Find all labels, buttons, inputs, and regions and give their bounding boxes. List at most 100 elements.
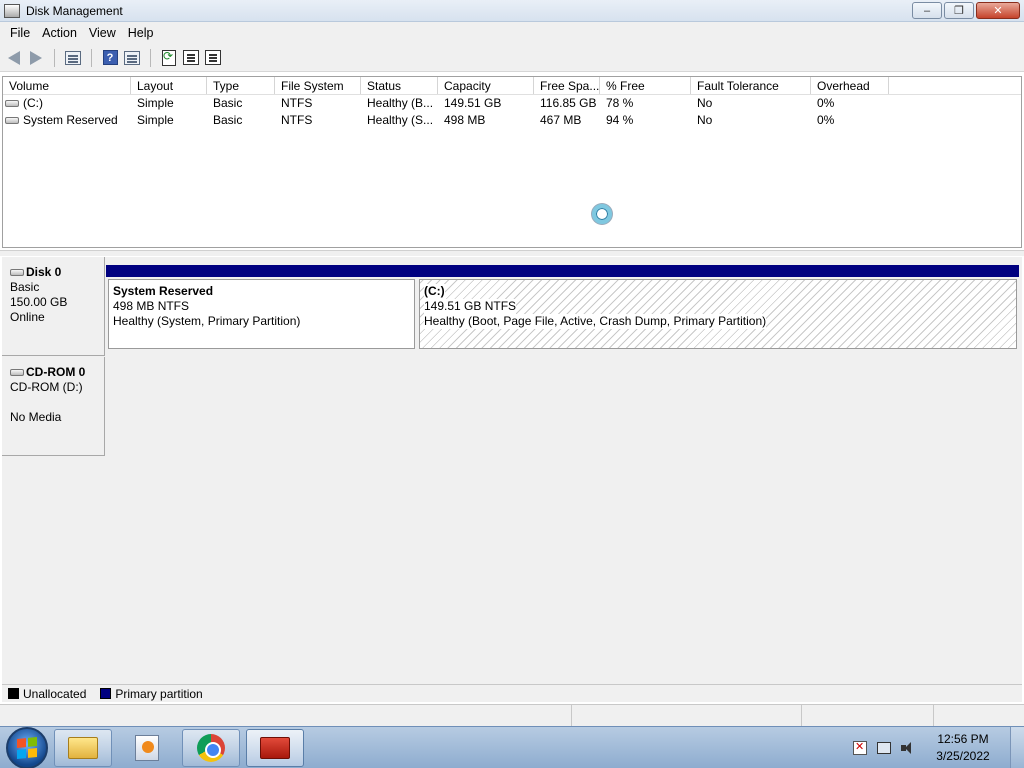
partition-body[interactable]: (C:) 149.51 GB NTFS Healthy (Boot, Page … xyxy=(419,279,1017,349)
action-center-flag-icon xyxy=(853,740,867,755)
volume-row[interactable]: (C:) Simple Basic NTFS Healthy (B... 149… xyxy=(3,95,1021,112)
cdrom0-name: CD-ROM 0 xyxy=(10,365,104,380)
layout-cell: Simple xyxy=(137,113,174,127)
volume-name: System Reserved xyxy=(23,113,118,127)
volume-list-header: Volume Layout Type File System Status Ca… xyxy=(3,77,1021,95)
col-overhead[interactable]: Overhead xyxy=(811,77,889,94)
taskbar-windows-explorer[interactable] xyxy=(54,728,112,767)
fault-cell: No xyxy=(697,96,713,110)
help-icon: ? xyxy=(102,50,118,65)
menu-help[interactable]: Help xyxy=(122,26,160,40)
unallocated-swatch xyxy=(8,688,19,699)
speaker-icon xyxy=(901,742,915,754)
system-tray: 12:56 PM 3/25/2022 xyxy=(852,727,1024,768)
type-cell: Basic xyxy=(213,96,243,110)
disk0-status: Online xyxy=(10,310,45,324)
menu-action[interactable]: Action xyxy=(36,26,83,40)
volume-button[interactable] xyxy=(900,740,916,756)
window-title: Disk Management xyxy=(26,3,123,18)
hard-disk-icon xyxy=(10,269,24,276)
start-button[interactable] xyxy=(6,726,48,768)
folder-icon xyxy=(68,736,98,759)
status-pane xyxy=(572,705,802,726)
col-type[interactable]: Type xyxy=(207,77,275,94)
layout-cell: Simple xyxy=(137,96,174,110)
disk-graphical-view: Disk 0 Basic 150.00 GB Online System Res… xyxy=(2,257,1022,697)
clock[interactable]: 12:56 PM 3/25/2022 xyxy=(924,731,1002,765)
capacity-cell: 149.51 GB xyxy=(444,96,502,110)
clock-date: 3/25/2022 xyxy=(936,749,990,763)
toolbar-separator xyxy=(150,48,151,67)
help-topics-icon xyxy=(205,50,221,65)
partition-c-drive[interactable]: (C:) 149.51 GB NTFS Healthy (Boot, Page … xyxy=(417,265,1019,351)
disk-row-cdrom0[interactable]: CD-ROM 0 CD-ROM (D:) No Media xyxy=(2,357,1022,456)
help-topics-button[interactable] xyxy=(203,48,223,68)
cdrom0-media: No Media xyxy=(10,410,62,424)
menu-file[interactable]: File xyxy=(4,26,36,40)
disk-management-app-icon[interactable] xyxy=(4,3,20,18)
disk-row-disk0[interactable]: Disk 0 Basic 150.00 GB Online System Res… xyxy=(2,257,1022,356)
action-center-button[interactable] xyxy=(852,740,868,756)
menu-view[interactable]: View xyxy=(83,26,122,40)
partition-system-reserved[interactable]: System Reserved 498 MB NTFS Healthy (Sys… xyxy=(106,265,417,351)
minimize-button[interactable]: – xyxy=(912,2,942,19)
partition-size: 498 MB NTFS xyxy=(113,299,190,313)
busy-cursor-icon xyxy=(592,204,612,224)
col-volume[interactable]: Volume xyxy=(3,77,131,94)
partition-name: (C:) xyxy=(424,284,445,299)
back-icon xyxy=(8,50,20,65)
volume-list[interactable]: Volume Layout Type File System Status Ca… xyxy=(2,76,1022,248)
type-cell: Basic xyxy=(213,113,243,127)
show-desktop-button[interactable] xyxy=(1010,727,1024,768)
taskbar-computer-management[interactable] xyxy=(246,728,304,767)
close-button[interactable]: ✕ xyxy=(976,2,1020,19)
free-cell: 116.85 GB xyxy=(540,96,597,110)
menu-bar: File Action View Help xyxy=(0,22,1024,44)
col-percent-free[interactable]: % Free xyxy=(600,77,691,94)
taskbar-media-player[interactable] xyxy=(118,729,176,767)
disk0-label[interactable]: Disk 0 Basic 150.00 GB Online xyxy=(2,257,105,356)
media-player-icon xyxy=(135,734,159,761)
console-pane-icon xyxy=(124,50,140,65)
console-pane-button[interactable] xyxy=(122,48,142,68)
col-status[interactable]: Status xyxy=(361,77,438,94)
taskbar: 12:56 PM 3/25/2022 xyxy=(0,726,1024,768)
col-capacity[interactable]: Capacity xyxy=(438,77,534,94)
network-button[interactable] xyxy=(876,740,892,756)
overhead-cell: 0% xyxy=(817,113,835,127)
maximize-button[interactable]: ❐ xyxy=(944,2,974,19)
taskbar-chrome[interactable] xyxy=(182,728,240,767)
back-button[interactable] xyxy=(4,48,24,68)
cdrom0-blank xyxy=(10,395,104,410)
pct-free-cell: 78 % xyxy=(606,96,634,110)
toolbar-separator xyxy=(91,48,92,67)
console-tree-icon xyxy=(65,50,81,65)
show-hide-console-tree-button[interactable] xyxy=(63,48,83,68)
partition-status: Healthy (System, Primary Partition) xyxy=(113,314,301,328)
properties-button[interactable] xyxy=(181,48,201,68)
status-pane xyxy=(802,705,934,726)
disk0-size: 150.00 GB xyxy=(10,295,68,309)
status-pane xyxy=(0,705,572,726)
volume-row[interactable]: System Reserved Simple Basic NTFS Health… xyxy=(3,112,1021,129)
fault-cell: No xyxy=(697,113,713,127)
windows-logo-icon xyxy=(17,736,37,759)
forward-button[interactable] xyxy=(26,48,46,68)
partition-body[interactable]: System Reserved 498 MB NTFS Healthy (Sys… xyxy=(108,279,415,349)
disk0-partitions: System Reserved 498 MB NTFS Healthy (Sys… xyxy=(106,265,1019,351)
col-fault-tolerance[interactable]: Fault Tolerance xyxy=(691,77,811,94)
help-button[interactable]: ? xyxy=(100,48,120,68)
cdrom0-label[interactable]: CD-ROM 0 CD-ROM (D:) No Media xyxy=(2,357,105,456)
fs-cell: NTFS xyxy=(281,113,313,127)
pane-splitter[interactable] xyxy=(0,250,1024,256)
properties-icon xyxy=(183,50,199,65)
col-layout[interactable]: Layout xyxy=(131,77,207,94)
refresh-button[interactable] xyxy=(159,48,179,68)
col-free-space[interactable]: Free Spa... xyxy=(534,77,600,94)
volume-disk-icon xyxy=(5,117,19,125)
legend-unallocated: Unallocated xyxy=(23,686,87,701)
disk0-type: Basic xyxy=(10,280,40,294)
toolbox-icon xyxy=(260,736,290,759)
cdrom0-drive: CD-ROM (D:) xyxy=(10,380,83,394)
col-file-system[interactable]: File System xyxy=(275,77,361,94)
